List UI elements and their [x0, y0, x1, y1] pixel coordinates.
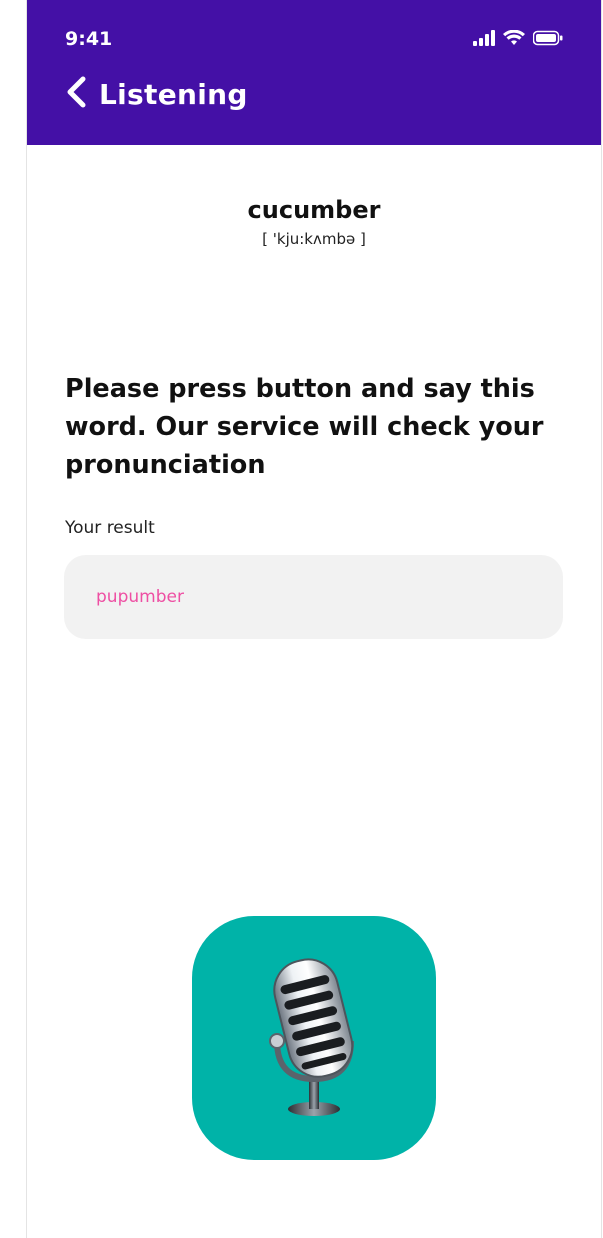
instruction-text: Please press button and say this word. O…	[65, 374, 544, 480]
page-title: Listening	[99, 77, 248, 111]
header-bar: 9:41 Listening	[27, 0, 601, 145]
chevron-left-icon	[65, 76, 87, 112]
battery-icon	[532, 30, 563, 50]
record-button[interactable]	[192, 916, 436, 1160]
wifi-icon	[503, 29, 525, 50]
app-screen: 9:41 Listening cucumber ['kju:kʌmbə] P…	[26, 0, 602, 1238]
word-transcription: [ 'kju:kʌmbə ]	[262, 230, 366, 248]
result-field: pupumber	[64, 555, 563, 639]
status-icons	[473, 29, 563, 50]
microphone-icon	[249, 951, 379, 1125]
result-label: Your result	[65, 518, 155, 538]
result-value: pupumber	[96, 587, 184, 607]
back-button[interactable]: Listening	[65, 76, 248, 112]
word-card: cucumber [ 'kju:kʌmbə ]	[27, 196, 601, 248]
status-time: 9:41	[65, 28, 113, 50]
word-text: cucumber	[247, 196, 381, 224]
cellular-signal-icon	[473, 30, 495, 50]
